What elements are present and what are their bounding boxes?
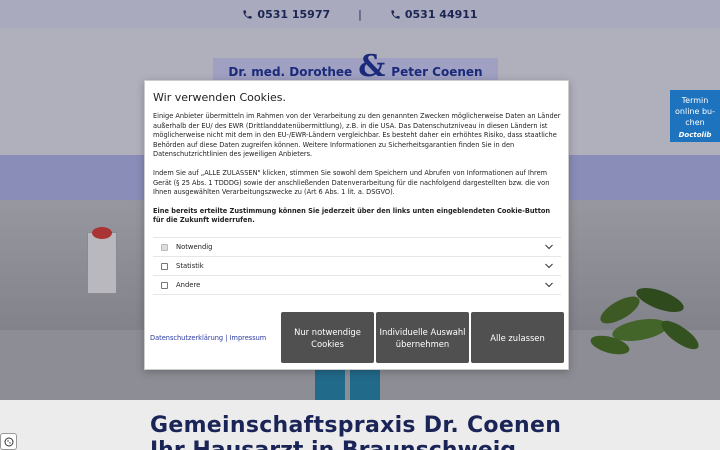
phone-icon [391,9,400,19]
cookie-consent-dialog: Wir verwenden Cookies. Einige Anbieter ü… [144,80,569,370]
separator: | [358,7,362,21]
doctolib-logo: Doctolib [678,131,712,139]
logo-ampersand: & [358,49,386,84]
statistik-checkbox[interactable] [161,262,168,270]
link-separator: | [225,334,228,342]
page-heading: Gemeinschaftspraxis Dr. Coenen [150,413,562,438]
logo-right-text: Peter Coenen [391,65,483,79]
chevron-down-icon[interactable] [545,244,553,250]
booking-line-2: online bu- [675,107,715,116]
dialog-paragraph-2: Indem Sie auf „ALLE ZULASSEN" klicken, s… [153,168,550,197]
category-andere[interactable]: Andere [153,276,561,295]
online-booking-button[interactable]: Termin online bu- chen Doctolib [670,90,720,142]
dialog-footer-links: Datenschutzerklärung | Impressum [150,334,266,342]
cookie-icon [4,437,13,446]
phone-number-2: 0531 44911 [404,7,478,21]
phone-link-2[interactable]: 0531 44911 [390,8,478,21]
dialog-paragraph-1: Einige Anbieter übermitteln im Rahmen vo… [153,112,561,159]
andere-checkbox[interactable] [161,281,168,289]
phone-icon [243,9,253,19]
imprint-link[interactable]: Impressum [230,334,267,342]
phone-link-1[interactable]: 0531 15977 [242,8,330,21]
plant-image [590,287,699,355]
contact-bar: 0531 15977 | 0531 44911 [0,0,720,28]
category-statistik[interactable]: Statistik [153,257,561,276]
dialog-paragraph-3: Eine bereits erteilte Zustimmung können … [153,206,551,225]
phone-number-1: 0531 15977 [257,7,331,21]
booking-line-1: Termin [681,96,709,105]
chevron-down-icon[interactable] [545,282,553,288]
dialog-body: Einige Anbieter übermitteln im Rahmen vo… [153,112,563,235]
notwendig-checkbox [161,243,168,251]
logo-left-text: Dr. med. Dorothee [228,65,353,79]
category-label: Notwendig [176,243,213,251]
cookie-category-list: Notwendig Statistik Andere [153,237,561,295]
accept-all-button[interactable]: Alle zulassen [471,312,564,363]
privacy-policy-link[interactable]: Datenschutzerklärung [150,334,223,342]
necessary-cookies-button[interactable]: Nur notwendige Cookies [281,312,374,363]
dialog-title: Wir verwenden Cookies. [153,91,287,104]
chevron-down-icon[interactable] [545,263,553,269]
wall-calendar-image [87,227,117,294]
cookie-settings-button[interactable] [0,433,17,450]
category-label: Statistik [176,262,204,270]
category-label: Andere [176,281,201,289]
booking-line-3: chen [685,118,705,127]
accept-selection-button[interactable]: Individuelle Auswahl übernehmen [376,312,469,363]
category-notwendig[interactable]: Notwendig [153,238,561,257]
page-subheading: Ihr Hausarzt in Braunschweig [150,438,516,450]
